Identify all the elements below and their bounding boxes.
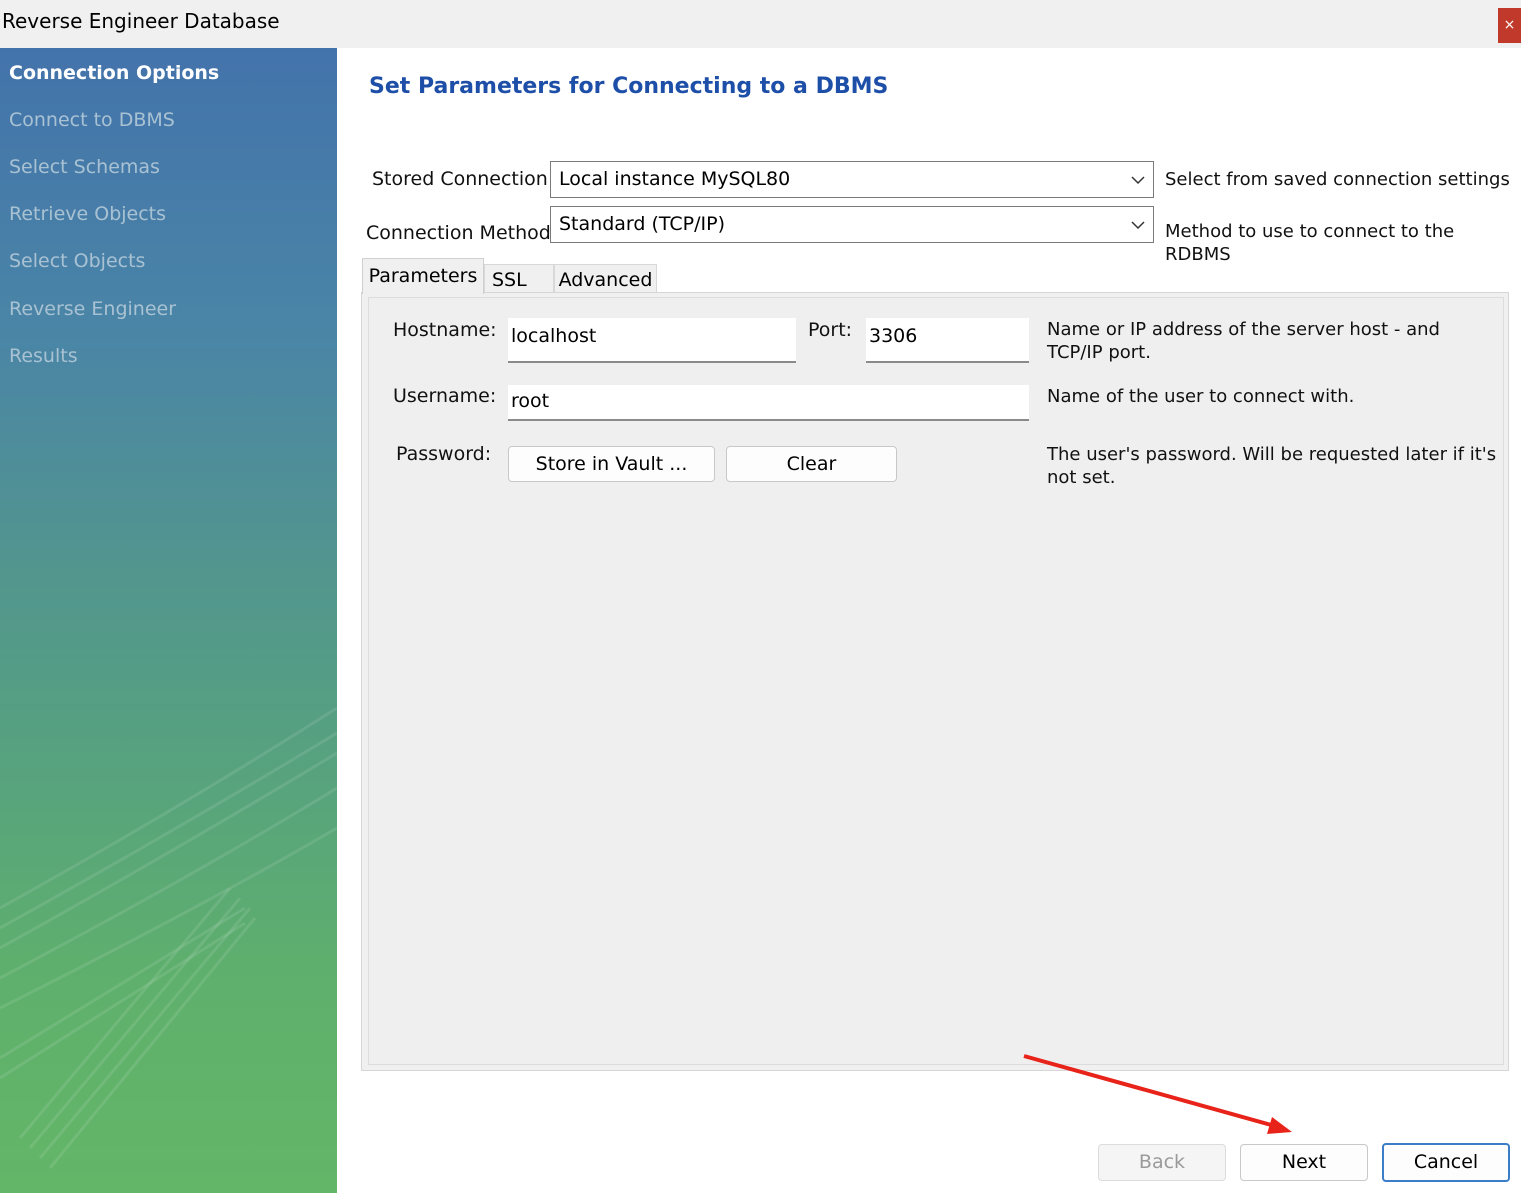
stored-connection-value: Local instance MySQL80 [559,168,791,190]
sidebar-item-connection-options: Connection Options [9,62,220,84]
hostname-hint-line1: Name or IP address of the server host - … [1047,319,1440,340]
connection-method-label: Connection Method: [366,222,558,244]
title-bar: Reverse Engineer Database × [0,0,1521,48]
sidebar-item-connect-to-dbms: Connect to DBMS [9,109,175,131]
sidebar-item-retrieve-objects: Retrieve Objects [9,203,167,225]
chevron-down-icon [1131,176,1145,185]
window-title: Reverse Engineer Database [2,9,280,33]
close-button[interactable]: × [1498,8,1521,43]
connection-method-select[interactable]: Standard (TCP/IP) [550,206,1154,243]
hostname-value: localhost [511,325,597,347]
hostname-hint-line2: TCP/IP port. [1047,342,1151,363]
store-in-vault-button[interactable]: Store in Vault ... [508,446,715,482]
stored-connection-hint: Select from saved connection settings [1165,169,1510,190]
cancel-button[interactable]: Cancel [1382,1143,1510,1182]
username-hint: Name of the user to connect with. [1047,386,1355,407]
wizard-sidebar: Connection Options Connect to DBMS Selec… [0,48,337,1193]
stored-connection-label: Stored Connection: [372,168,555,190]
page-title: Set Parameters for Connecting to a DBMS [369,74,889,99]
port-label: Port: [808,319,853,341]
chevron-down-icon [1131,221,1145,230]
clear-password-button[interactable]: Clear [726,446,897,482]
sidebar-item-reverse-engineer: Reverse Engineer [9,298,177,320]
password-hint-line1: The user's password. Will be requested l… [1047,444,1497,465]
close-icon: × [1503,17,1516,33]
sidebar-item-results: Results [9,345,78,367]
username-value: root [511,390,550,412]
hostname-input[interactable]: localhost [508,318,796,363]
port-value: 3306 [869,325,918,347]
connection-method-value: Standard (TCP/IP) [559,213,725,235]
tab-advanced[interactable]: Advanced [554,264,657,294]
tab-ssl[interactable]: SSL [484,264,554,294]
password-hint-line2: not set. [1047,467,1116,488]
tab-parameters[interactable]: Parameters [362,258,484,294]
stored-connection-select[interactable]: Local instance MySQL80 [550,161,1154,198]
sidebar-item-select-schemas: Select Schemas [9,156,160,178]
annotation-arrow [1023,1054,1292,1134]
username-label: Username: [393,385,497,407]
hostname-label: Hostname: [393,319,497,341]
password-label: Password: [396,443,492,465]
port-input[interactable]: 3306 [866,318,1029,363]
back-button[interactable]: Back [1098,1144,1226,1181]
sidebar-item-select-objects: Select Objects [9,250,146,272]
username-input[interactable]: root [508,385,1029,421]
next-button[interactable]: Next [1240,1144,1368,1181]
connection-method-hint: Method to use to connect to the RDBMS [1165,221,1455,265]
